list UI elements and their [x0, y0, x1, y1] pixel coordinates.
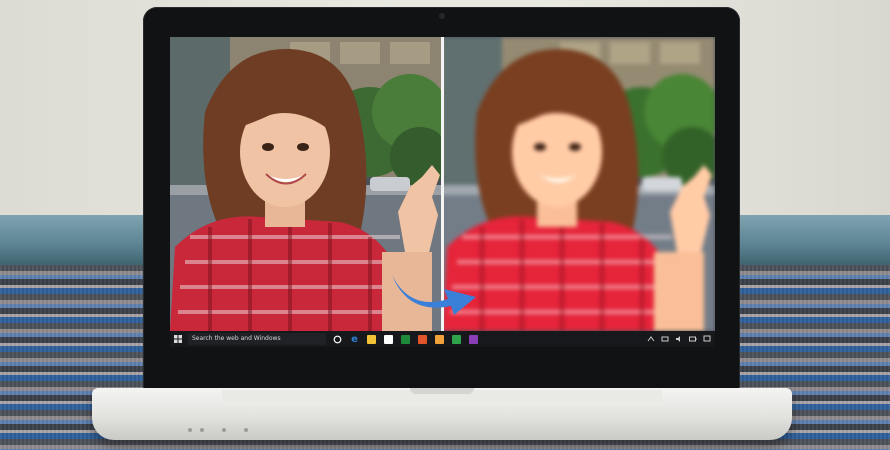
processed-photo [442, 37, 715, 331]
laptop-screen: Search the web and Windows e [170, 37, 715, 347]
status-light-icon [244, 428, 248, 432]
lid-notch [410, 388, 474, 394]
status-light-icon [222, 428, 226, 432]
taskbar-search-input[interactable]: Search the web and Windows [188, 333, 326, 345]
battery-icon[interactable] [689, 335, 697, 343]
webcam-icon [439, 13, 445, 19]
windows-logo-icon [174, 335, 182, 343]
cortana-icon[interactable] [332, 334, 343, 345]
onenote-icon[interactable] [468, 334, 479, 345]
xbox-icon[interactable] [400, 334, 411, 345]
laptop-base [92, 388, 792, 440]
network-icon[interactable] [661, 335, 669, 343]
mail-icon[interactable] [434, 334, 445, 345]
processed-photo-panel [442, 37, 715, 331]
volume-icon[interactable] [675, 335, 683, 343]
windows-taskbar: Search the web and Windows e [170, 331, 715, 347]
up-chevron-icon[interactable] [647, 335, 655, 343]
edge-icon[interactable]: e [349, 334, 360, 345]
curved-arrow-icon [392, 275, 476, 315]
start-button[interactable] [170, 331, 186, 347]
system-tray [641, 335, 715, 343]
store-icon[interactable] [383, 334, 394, 345]
file-explorer-icon[interactable] [366, 334, 377, 345]
office-icon[interactable] [417, 334, 428, 345]
notification-icon[interactable] [703, 335, 711, 343]
status-light-icon [200, 428, 204, 432]
status-light-icon [188, 428, 192, 432]
photos-icon[interactable] [451, 334, 462, 345]
